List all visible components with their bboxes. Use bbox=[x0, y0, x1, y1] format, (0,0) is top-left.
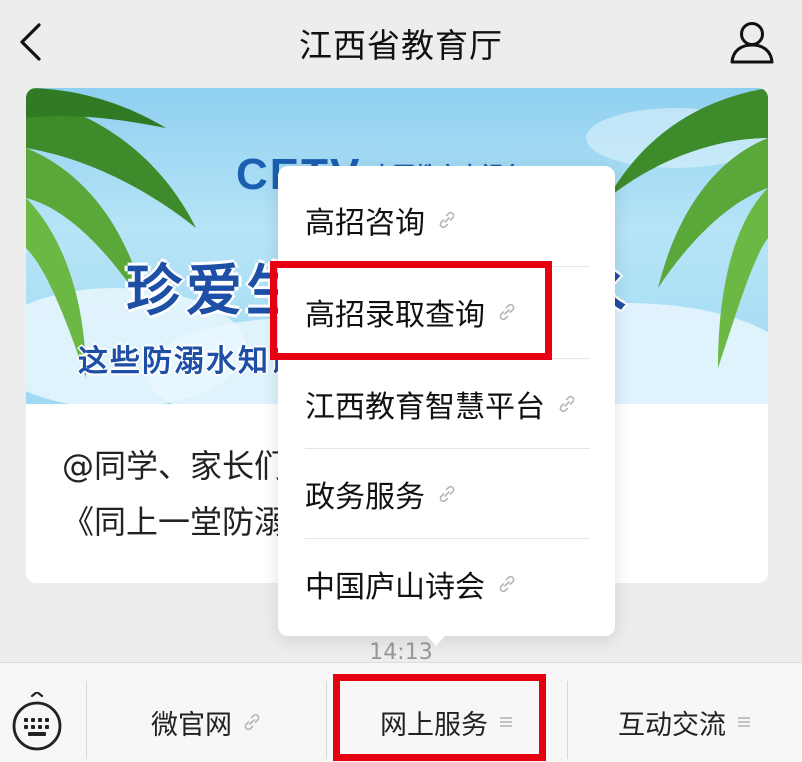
link-icon bbox=[497, 574, 517, 594]
menu-item-label: 中国庐山诗会 bbox=[305, 570, 485, 605]
highlight-box-online-services bbox=[333, 674, 546, 761]
tab-micro-website[interactable]: 微官网 bbox=[87, 683, 326, 761]
menu-item-smart-platform[interactable]: 江西教育智慧平台 bbox=[278, 358, 615, 450]
popup-arrow bbox=[422, 630, 450, 646]
person-icon bbox=[730, 22, 774, 64]
top-bar: 江西省教育厅 bbox=[0, 0, 802, 86]
profile-button[interactable] bbox=[726, 16, 778, 68]
menu-lines-icon bbox=[736, 714, 752, 730]
menu-item-gaozhao-consult[interactable]: 高招咨询 bbox=[278, 174, 615, 266]
highlight-box-admission-query bbox=[270, 261, 552, 360]
link-icon bbox=[437, 210, 457, 230]
menu-item-lushan-poetry[interactable]: 中国庐山诗会 bbox=[278, 538, 615, 630]
tab-label: 微官网 bbox=[151, 709, 232, 741]
link-icon bbox=[437, 484, 457, 504]
link-icon bbox=[557, 394, 577, 414]
submenu-popup: 高招咨询 高招录取查询 江西教育智慧平台 政务服务 中国庐山诗会 bbox=[278, 166, 615, 636]
keyboard-toggle-button[interactable] bbox=[8, 692, 66, 751]
link-icon bbox=[242, 712, 262, 732]
tab-label: 互动交流 bbox=[618, 709, 726, 741]
menu-item-government-services[interactable]: 政务服务 bbox=[278, 448, 615, 540]
tab-interactive-exchange[interactable]: 互动交流 bbox=[568, 683, 802, 761]
page-title: 江西省教育厅 bbox=[299, 26, 503, 65]
menu-item-label: 高招咨询 bbox=[305, 206, 425, 241]
keyboard-icon bbox=[12, 692, 62, 751]
menu-item-label: 政务服务 bbox=[305, 480, 425, 515]
menu-item-label: 江西教育智慧平台 bbox=[305, 390, 545, 425]
